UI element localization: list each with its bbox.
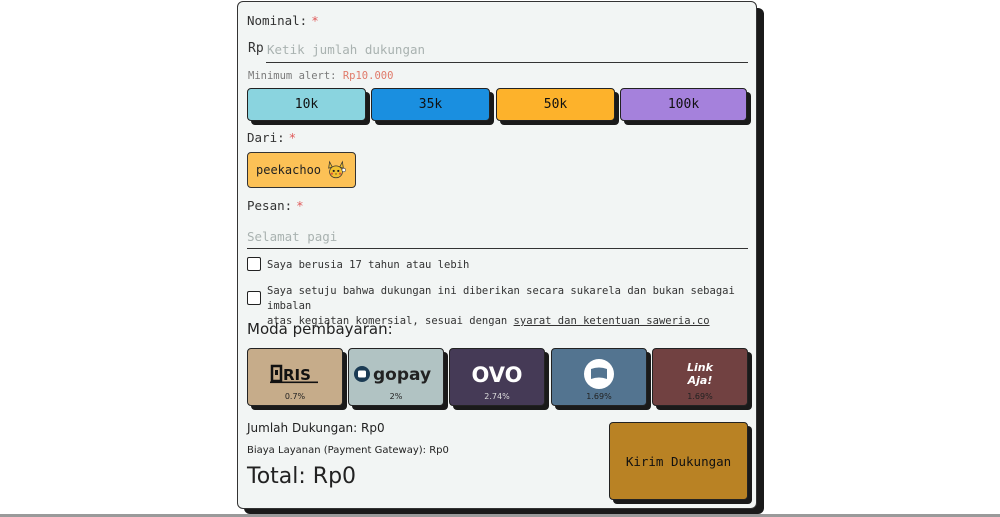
svg-text:gopay: gopay [373,365,431,385]
from-user-name: peekachoo [256,163,322,177]
currency-prefix: Rp [248,41,264,56]
shopeepay-logo-icon [552,357,646,391]
preset-50k-button[interactable]: 50k [496,88,615,121]
linkaja-logo-icon: Link Aja! [653,357,747,391]
amount-input[interactable] [266,36,748,63]
service-fee: Biaya Layanan (Payment Gateway): Rp0 [247,445,449,456]
gopay-fee: 2% [389,392,403,401]
payment-qris-button[interactable]: RIS 0.7% [247,348,343,406]
shopeepay-fee: 1.69% [586,392,612,401]
min-alert: Minimum alert: Rp10.000 [248,70,394,82]
ovo-fee: 2.74% [484,392,510,401]
svg-text:Aja!: Aja! [687,374,713,387]
age-checkbox-label: Saya berusia 17 tahun atau lebih [267,259,470,271]
payment-gopay-button[interactable]: gopay 2% [348,348,444,406]
donation-form: Nominal:* Rp Minimum alert: Rp10.000 10k… [237,1,757,509]
gopay-logo-icon: gopay [349,357,443,391]
pikachu-avatar-icon [328,160,346,179]
preset-100k-button[interactable]: 100k [620,88,747,121]
linkaja-fee: 1.69% [687,392,713,401]
age-checkbox[interactable] [247,257,261,271]
from-user-chip[interactable]: peekachoo [247,152,356,188]
payment-linkaja-button[interactable]: Link Aja! 1.69% [652,348,748,406]
from-label: Dari: * [247,130,297,145]
svg-text:OVO: OVO [471,363,522,387]
payment-shopeepay-button[interactable]: 1.69% [551,348,647,406]
support-amount: Jumlah Dukungan: Rp0 [247,421,385,435]
message-input[interactable] [247,224,748,249]
submit-button[interactable]: Kirim Dukungan [609,422,748,500]
agree-checkbox[interactable] [247,291,261,305]
ovo-logo-icon: OVO [450,357,544,391]
svg-text:RIS: RIS [283,366,311,384]
qris-logo-icon: RIS [248,357,342,391]
message-label: Pesan: * [247,198,304,213]
terms-link[interactable]: syarat dan ketentuan saweria.co [514,315,710,327]
total-amount: Total: Rp0 [247,464,357,489]
preset-35k-button[interactable]: 35k [371,88,490,121]
nominal-label: Nominal: * [247,13,319,28]
svg-text:Link: Link [687,361,714,374]
payment-ovo-button[interactable]: OVO 2.74% [449,348,545,406]
payment-title: Moda pembayaran: [247,320,393,338]
preset-10k-button[interactable]: 10k [247,88,366,121]
qris-fee: 0.7% [284,392,306,401]
